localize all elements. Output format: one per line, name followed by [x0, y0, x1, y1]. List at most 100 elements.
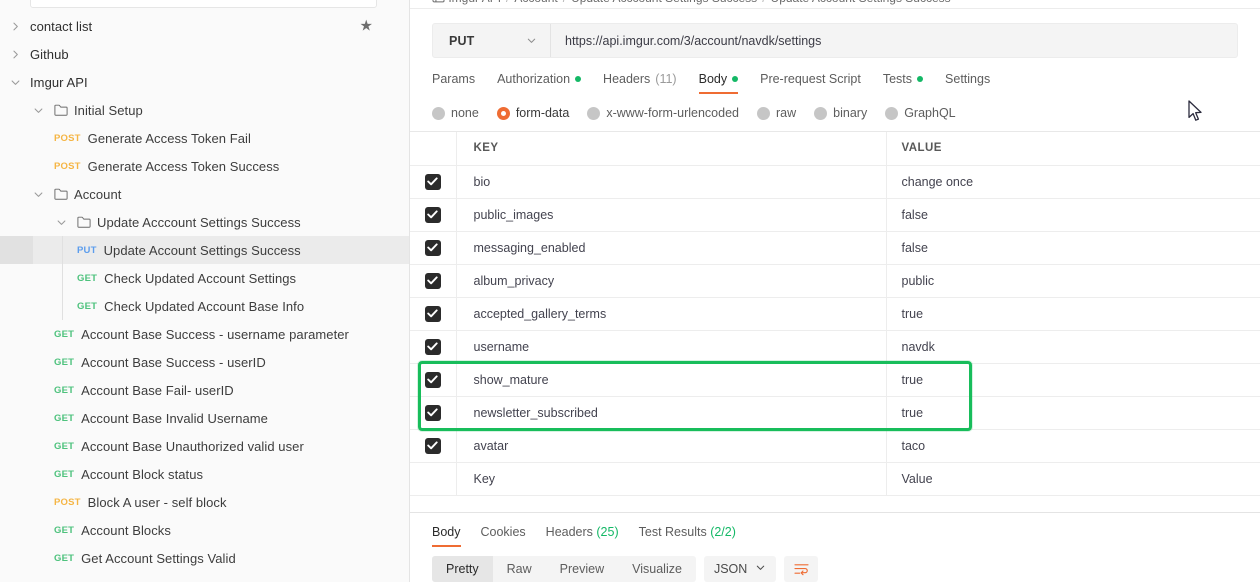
table-row-new[interactable]: Key Value [410, 462, 1260, 496]
tree-request-generate-access-token-fail[interactable]: POST Generate Access Token Fail [0, 124, 409, 152]
chevron-down-icon[interactable] [8, 75, 22, 89]
tree-request-check-updated-account-base-info[interactable]: GET Check Updated Account Base Info [0, 292, 409, 320]
chevron-down-icon[interactable] [54, 215, 68, 229]
view-mode-pretty[interactable]: Pretty [432, 556, 493, 582]
tree-collection-github[interactable]: Github [0, 40, 409, 68]
tree-request-check-updated-account-settings[interactable]: GET Check Updated Account Settings [0, 264, 409, 292]
http-method-dropdown[interactable]: PUT [433, 24, 551, 57]
row-key-input[interactable]: show_mature [455, 363, 886, 397]
tab-settings[interactable]: Settings [945, 72, 990, 94]
tree-request-account-base-unauthorized-valid-user[interactable]: GET Account Base Unauthorized valid user [0, 432, 409, 460]
body-type-raw[interactable]: raw [757, 106, 796, 120]
row-enabled-checkbox[interactable] [424, 173, 441, 190]
row-key-input[interactable]: messaging_enabled [455, 231, 886, 265]
tree-item-partial[interactable] [0, 572, 409, 582]
radio-icon [432, 106, 445, 120]
breadcrumb-item[interactable]: Imgur API [448, 0, 501, 5]
new-row-value-input[interactable]: Value [885, 462, 1260, 496]
table-row[interactable]: messaging_enabled false [410, 231, 1260, 265]
body-type-x-www-form-urlencoded[interactable]: x-www-form-urlencoded [587, 106, 739, 120]
breadcrumb-text[interactable]: Imgur API / Account / Update Acccount Settin… [432, 0, 951, 5]
body-type-graphql[interactable]: GraphQL [885, 106, 956, 120]
tree-request-generate-access-token-success[interactable]: POST Generate Access Token Success [0, 152, 409, 180]
view-mode-raw[interactable]: Raw [493, 556, 546, 582]
tab-authorization[interactable]: Authorization [497, 72, 582, 94]
row-key-input[interactable]: newsletter_subscribed [455, 396, 886, 430]
row-key-input[interactable]: album_privacy [455, 264, 886, 298]
row-value-input[interactable]: change once [885, 165, 1260, 199]
row-key-input[interactable]: bio [455, 165, 886, 199]
tree-folder-initial-setup[interactable]: Initial Setup [0, 96, 409, 124]
row-enabled-checkbox[interactable] [424, 272, 441, 289]
breadcrumb-item[interactable]: Update Acccount Settings Success [571, 0, 757, 5]
tree-request-update-account-settings-success[interactable]: PUT Update Account Settings Success [0, 236, 409, 264]
chevron-right-icon[interactable] [8, 19, 22, 33]
row-enabled-checkbox[interactable] [424, 338, 441, 355]
tree-request-get-account-settings-valid[interactable]: GET Get Account Settings Valid [0, 544, 409, 572]
tree-request-account-block-status[interactable]: GET Account Block status [0, 460, 409, 488]
row-enabled-checkbox[interactable] [424, 371, 441, 388]
row-value-input[interactable]: public [885, 264, 1260, 298]
table-row[interactable]: newsletter_subscribed true [410, 396, 1260, 430]
tree-request-block-a-user-self-block[interactable]: POST Block A user - self block [0, 488, 409, 516]
body-type-form-data[interactable]: form-data [496, 106, 569, 120]
table-row[interactable]: avatar taco [410, 429, 1260, 463]
table-row[interactable]: show_mature true [410, 363, 1260, 397]
star-icon[interactable]: ★ [360, 19, 373, 34]
tab-body[interactable]: Body [698, 72, 739, 94]
row-enabled-checkbox[interactable] [424, 305, 441, 322]
search-input[interactable] [30, 0, 377, 8]
row-value-input[interactable]: true [885, 363, 1260, 397]
tab-headers[interactable]: Headers (11) [603, 72, 677, 94]
tree-collection-imgur-api[interactable]: Imgur API [0, 68, 409, 96]
tree-collection-contact-list[interactable]: contact list ★ [0, 12, 409, 40]
row-value-input[interactable]: false [885, 231, 1260, 265]
row-value-input[interactable]: true [885, 396, 1260, 430]
row-enabled-checkbox[interactable] [424, 404, 441, 421]
response-tab-cookies[interactable]: Cookies [481, 525, 526, 547]
row-value-input[interactable]: taco [885, 429, 1260, 463]
response-tab-headers[interactable]: Headers (25) [546, 525, 619, 547]
row-enabled-checkbox[interactable] [424, 239, 441, 256]
row-value-input[interactable]: false [885, 198, 1260, 232]
tree-folder-account[interactable]: Account [0, 180, 409, 208]
view-mode-preview[interactable]: Preview [546, 556, 618, 582]
new-row-key-input[interactable]: Key [455, 462, 886, 496]
row-enabled-checkbox[interactable] [424, 437, 441, 454]
tree-request-account-base-fail-userid[interactable]: GET Account Base Fail- userID [0, 376, 409, 404]
tab-tests[interactable]: Tests [883, 72, 924, 94]
row-enabled-checkbox[interactable] [424, 206, 441, 223]
tree-request-account-base-invalid-username[interactable]: GET Account Base Invalid Username [0, 404, 409, 432]
row-value-input[interactable]: true [885, 297, 1260, 331]
view-mode-visualize[interactable]: Visualize [618, 556, 696, 582]
chevron-down-icon[interactable] [31, 187, 45, 201]
row-key-input[interactable]: username [455, 330, 886, 364]
chevron-down-icon[interactable] [31, 103, 45, 117]
breadcrumb-item[interactable]: Account [514, 0, 557, 5]
table-row[interactable]: accepted_gallery_terms true [410, 297, 1260, 331]
row-value-input[interactable]: navdk [885, 330, 1260, 364]
table-row[interactable]: bio change once [410, 165, 1260, 199]
tree-folder-update-acccount-settings-success[interactable]: Update Acccount Settings Success [0, 208, 409, 236]
body-type-binary[interactable]: binary [814, 106, 867, 120]
tab-params[interactable]: Params [432, 72, 475, 94]
row-key-input[interactable]: public_images [455, 198, 886, 232]
breadcrumb-item[interactable]: Update Account Settings Success [771, 0, 951, 5]
body-type-none[interactable]: none [432, 106, 479, 120]
wrap-lines-icon[interactable] [784, 556, 819, 582]
response-format-dropdown[interactable]: JSON [703, 556, 777, 582]
row-key-input[interactable]: avatar [455, 429, 886, 463]
table-row[interactable]: username navdk [410, 330, 1260, 364]
table-row[interactable]: album_privacy public [410, 264, 1260, 298]
response-tab-test-results[interactable]: Test Results (2/2) [639, 525, 736, 547]
row-key-input[interactable]: accepted_gallery_terms [455, 297, 886, 331]
response-view-mode-group: Pretty Raw Preview Visualize [432, 556, 696, 582]
response-tab-body[interactable]: Body [432, 525, 461, 547]
tab-pre-request-script[interactable]: Pre-request Script [760, 72, 861, 94]
url-input[interactable]: https://api.imgur.com/3/account/navdk/se… [551, 24, 1237, 57]
table-row[interactable]: public_images false [410, 198, 1260, 232]
tree-request-account-base-success-username-parameter[interactable]: GET Account Base Success - username param… [0, 320, 409, 348]
chevron-right-icon[interactable] [8, 47, 22, 61]
tree-request-account-base-success-userid[interactable]: GET Account Base Success - userID [0, 348, 409, 376]
tree-request-account-blocks[interactable]: GET Account Blocks [0, 516, 409, 544]
